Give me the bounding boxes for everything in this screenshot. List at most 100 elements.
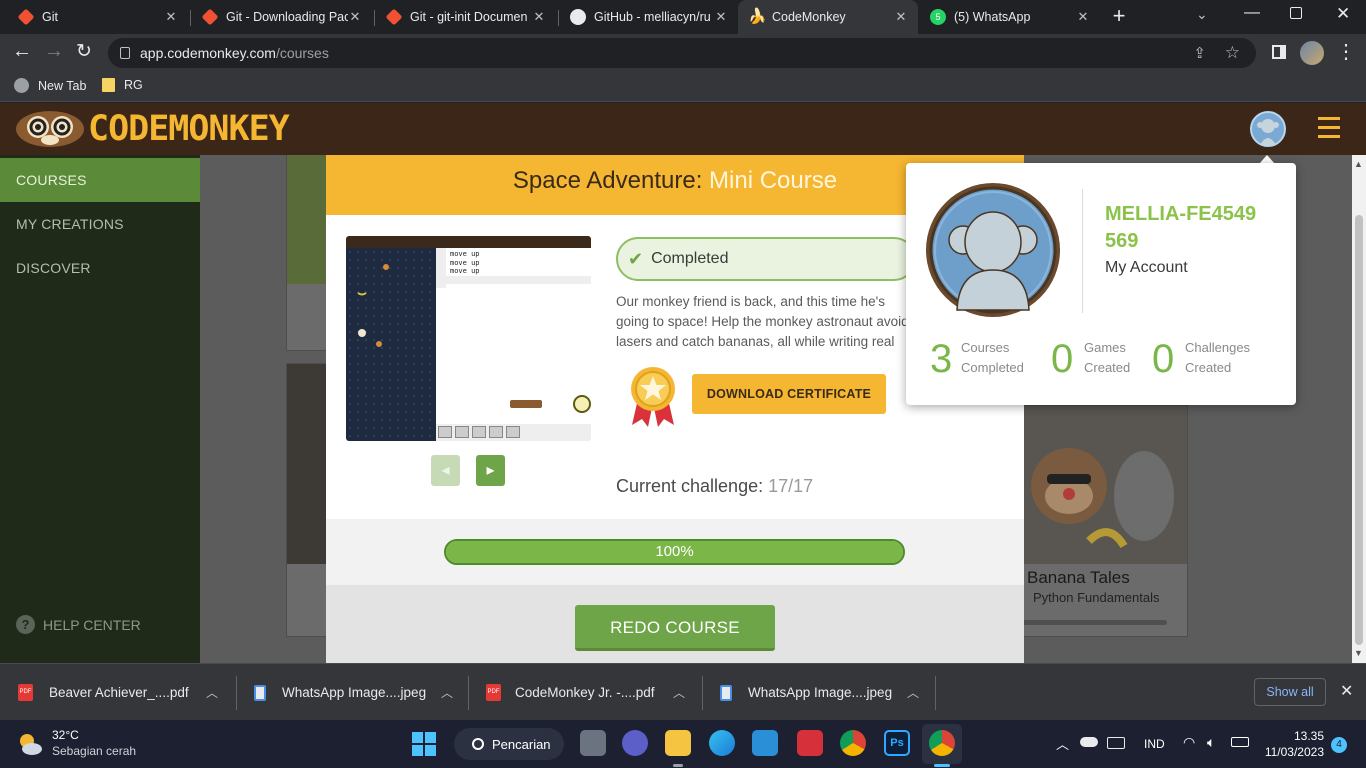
hamburger-menu-icon[interactable]	[1318, 117, 1340, 139]
redo-course-button[interactable]: REDO COURSE	[575, 605, 775, 651]
monkey-logo-icon[interactable]	[14, 109, 86, 149]
reload-icon[interactable]: ↻	[76, 40, 92, 63]
bookmark-new-tab[interactable]: New Tab	[14, 78, 86, 93]
sidebar-item-courses[interactable]: COURSES	[0, 158, 200, 202]
chevron-up-icon[interactable]: ︿	[907, 684, 919, 701]
windows-start-icon[interactable]	[412, 732, 436, 756]
close-download-bar-icon[interactable]: ✕	[1340, 681, 1353, 701]
lock-icon	[120, 47, 130, 59]
close-tab-icon[interactable]: ✕	[1076, 9, 1090, 25]
download-item[interactable]: PDF Beaver Achiever_....pdf ︿	[18, 664, 228, 721]
gift-app-icon[interactable]	[797, 730, 823, 756]
clock-time[interactable]: 13.35	[1266, 729, 1324, 743]
tab-git-init[interactable]: Git - git-init Documen ✕	[376, 0, 556, 34]
chevron-up-icon[interactable]: ︿	[206, 684, 218, 701]
microsoft-store-icon[interactable]	[752, 730, 778, 756]
close-tab-icon[interactable]: ✕	[714, 9, 728, 25]
app-header: CODEMONKEY	[0, 103, 1366, 155]
close-tab-icon[interactable]: ✕	[348, 9, 362, 25]
download-divider	[935, 676, 936, 710]
sidebar-item-discover[interactable]: DISCOVER	[0, 246, 200, 290]
close-tab-icon[interactable]: ✕	[532, 9, 546, 25]
tab-divider	[374, 10, 375, 26]
pdf-file-icon: PDF	[486, 684, 501, 701]
wifi-icon[interactable]: ◠	[1183, 734, 1195, 751]
close-tab-icon[interactable]: ✕	[894, 9, 908, 25]
tab-whatsapp[interactable]: 5 (5) WhatsApp ✕	[920, 0, 1100, 34]
close-tab-icon[interactable]: ✕	[164, 9, 178, 25]
user-avatar-button[interactable]	[1250, 111, 1286, 147]
onedrive-cloud-icon[interactable]	[1080, 737, 1098, 747]
browser-toolbar: ← → ↻ app.codemonkey.com /courses ⇪ ☆ ⋮	[0, 34, 1366, 72]
tab-codemonkey[interactable]: 🍌 CodeMonkey ✕	[738, 0, 918, 34]
help-center-link[interactable]: ? HELP CENTER	[16, 615, 141, 634]
download-item[interactable]: WhatsApp Image....jpeg ︿	[254, 664, 459, 721]
new-tab-button[interactable]: +	[1108, 5, 1130, 27]
video-chat-icon[interactable]	[622, 730, 648, 756]
page-scrollbar[interactable]: ▲ ▼	[1352, 155, 1366, 663]
stat-label-line: Completed	[961, 360, 1024, 375]
restore-window-button[interactable]	[1290, 7, 1302, 19]
weather-icon[interactable]	[16, 730, 44, 758]
progress-section: 100%	[326, 519, 1024, 585]
tab-title: (5) WhatsApp	[954, 10, 1031, 24]
profile-popup: MELLIA-FE4549569 My Account 3 Courses Co…	[906, 163, 1296, 405]
next-image-button[interactable]: ▸	[476, 455, 505, 486]
keyboard-icon[interactable]	[1107, 737, 1125, 749]
chrome-active-icon[interactable]	[929, 730, 955, 756]
running-indicator	[673, 764, 683, 767]
download-file-name: Beaver Achiever_....pdf	[49, 685, 189, 700]
battery-icon[interactable]	[1231, 737, 1249, 747]
download-certificate-button[interactable]: DOWNLOAD CERTIFICATE	[692, 374, 886, 414]
address-bar[interactable]: app.codemonkey.com /courses ⇪ ☆	[108, 38, 1256, 68]
notification-badge[interactable]: 4	[1331, 737, 1347, 753]
my-account-link[interactable]: My Account	[1105, 259, 1188, 277]
profile-avatar-icon[interactable]	[1300, 41, 1324, 65]
edge-browser-icon[interactable]	[709, 730, 735, 756]
app-sidebar: COURSES MY CREATIONS DISCOVER ? HELP CEN…	[0, 155, 200, 663]
back-icon[interactable]: ←	[12, 40, 32, 63]
download-item[interactable]: WhatsApp Image....jpeg ︿	[720, 664, 925, 721]
weather-temperature: 32°C	[52, 728, 79, 742]
chevron-up-icon[interactable]: ︿	[673, 684, 685, 701]
forward-icon[interactable]: →	[44, 40, 64, 63]
chevron-up-icon[interactable]: ︿	[441, 684, 453, 701]
task-view-icon[interactable]	[580, 730, 606, 756]
stat-label-line: Challenges	[1185, 340, 1251, 355]
tab-github[interactable]: GitHub - melliacyn/ru ✕	[560, 0, 738, 34]
progress-label: 100%	[655, 543, 694, 560]
previous-image-button[interactable]: ◂	[431, 455, 460, 486]
side-panel-icon[interactable]	[1272, 45, 1286, 59]
completed-status-badge: ✔ Completed	[616, 237, 916, 281]
banana-tales-card[interactable]: Banana Tales Python Fundamentals	[1018, 405, 1188, 637]
modal-subtitle: Mini Course	[702, 167, 838, 194]
file-explorer-icon[interactable]	[665, 730, 691, 756]
tab-git-downloading[interactable]: Git - Downloading Pac ✕	[192, 0, 372, 34]
download-divider	[468, 676, 469, 710]
popup-divider	[1082, 189, 1083, 313]
show-all-downloads-button[interactable]: Show all	[1254, 678, 1326, 706]
scrollbar-thumb[interactable]	[1355, 215, 1363, 645]
browser-menu-icon[interactable]: ⋮	[1336, 39, 1356, 64]
chrome-icon[interactable]	[840, 730, 866, 756]
close-window-button[interactable]: ✕	[1336, 4, 1350, 24]
download-item[interactable]: PDF CodeMonkey Jr. -....pdf ︿	[486, 664, 691, 721]
show-hidden-icons-chevron[interactable]: ︿	[1056, 734, 1069, 753]
code-line: move up	[450, 267, 480, 275]
stat-label-line: Games	[1084, 340, 1126, 355]
sidebar-item-my-creations[interactable]: MY CREATIONS	[0, 202, 200, 246]
course-progress-bar: 100%	[444, 539, 905, 565]
image-file-icon	[720, 684, 732, 701]
share-icon[interactable]: ⇪	[1193, 44, 1206, 62]
language-indicator[interactable]: IND	[1144, 737, 1165, 751]
taskbar-search[interactable]: Pencarian	[454, 728, 564, 760]
tab-search-button[interactable]: ⌄	[1196, 6, 1208, 23]
bookmark-rg-folder[interactable]: RG	[102, 78, 143, 92]
stat-label-line: Courses	[961, 340, 1010, 355]
tab-git[interactable]: Git ✕	[8, 0, 188, 34]
photoshop-icon[interactable]: Ps	[884, 730, 910, 756]
clock-date[interactable]: 11/03/2023	[1258, 745, 1324, 759]
bookmark-star-icon[interactable]: ☆	[1225, 43, 1240, 63]
minimize-window-button[interactable]: —	[1244, 4, 1260, 22]
volume-icon[interactable]: 🔈︎	[1207, 734, 1215, 751]
